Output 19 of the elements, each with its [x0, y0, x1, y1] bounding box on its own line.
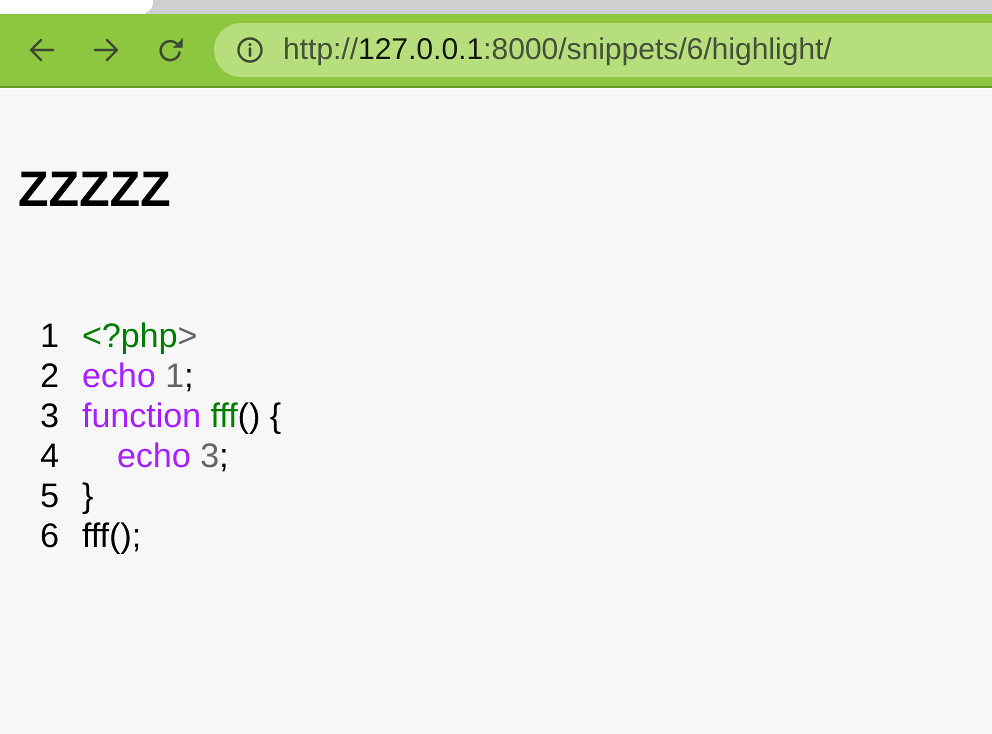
url-text: http://127.0.0.1:8000/snippets/6/highlight/: [283, 32, 832, 68]
info-icon[interactable]: [237, 37, 263, 63]
line-number: 1: [39, 316, 59, 356]
line-number: 5: [39, 476, 59, 516]
arrow-left-icon: [29, 38, 55, 62]
arrow-right-icon: [93, 38, 119, 62]
code-line: }: [82, 476, 94, 516]
code-line: <?php>: [82, 316, 198, 356]
code-line: fff();: [82, 516, 142, 556]
line-number: 3: [39, 396, 59, 436]
code-line: echo 1;: [82, 356, 194, 396]
line-number: 2: [39, 356, 59, 396]
line-number: 4: [39, 436, 59, 476]
page-title: ZZZZZ: [18, 164, 171, 214]
address-bar[interactable]: http://127.0.0.1:8000/snippets/6/highlight/: [214, 23, 992, 77]
reload-icon: [156, 36, 184, 64]
code-line: function fff() {: [82, 396, 282, 436]
line-number: 6: [39, 516, 59, 556]
code-line: echo 3;: [117, 436, 229, 476]
